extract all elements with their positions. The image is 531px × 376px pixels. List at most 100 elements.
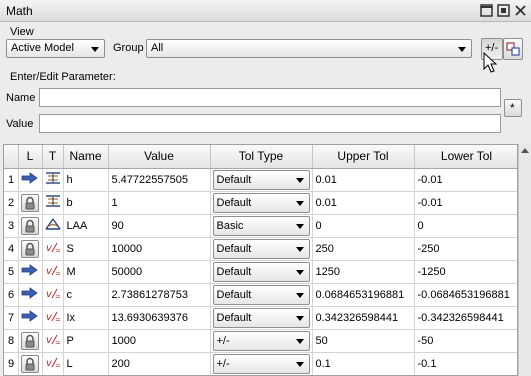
copy-parameters-button[interactable] bbox=[503, 38, 523, 60]
upper-tol-cell[interactable]: 0.342326598441 bbox=[312, 306, 415, 330]
tol-type-select[interactable]: +/- bbox=[212, 353, 310, 374]
scroll-up-icon[interactable] bbox=[521, 148, 529, 153]
column-header-upper-tol[interactable]: Upper Tol bbox=[312, 145, 415, 169]
parameter-table: L T Name Value Tol Type Upper Tol Lower … bbox=[3, 144, 518, 376]
table-row[interactable]: 7 v = Ix 13.6930639376 Default 0.342326598441-… bbox=[4, 306, 517, 330]
parameter-value-cell[interactable]: 10000 bbox=[108, 237, 211, 261]
upper-tol-cell[interactable]: 250 bbox=[312, 237, 415, 261]
parameter-name-cell[interactable]: L bbox=[63, 352, 109, 375]
parameter-name-cell[interactable]: b bbox=[63, 191, 109, 215]
parameter-value-cell[interactable]: 13.6930639376 bbox=[108, 306, 211, 330]
tol-type-select[interactable]: Default bbox=[212, 307, 310, 328]
lower-tol-cell[interactable]: -250 bbox=[414, 237, 517, 261]
column-header-index[interactable] bbox=[4, 145, 19, 169]
parameter-value-cell[interactable]: 90 bbox=[108, 214, 211, 238]
lower-tol-cell[interactable]: -0.0684653196881 bbox=[414, 283, 517, 307]
table-row[interactable]: 2 b 1 Default 0.01 -0.01 bbox=[4, 191, 517, 215]
tol-type-value: +/- bbox=[216, 334, 230, 347]
tol-type-cell[interactable]: Default bbox=[210, 306, 313, 330]
lower-tol-cell[interactable]: -0.01 bbox=[414, 168, 517, 192]
tol-type-cell[interactable]: Basic bbox=[210, 214, 313, 238]
arrow-right-icon[interactable] bbox=[18, 168, 43, 192]
table-row[interactable]: 1 h 5.47722557505 Default 0.01 -0.01 bbox=[4, 168, 517, 192]
lock-icon[interactable] bbox=[18, 237, 43, 261]
parameter-value-cell[interactable]: 200 bbox=[108, 352, 211, 375]
parameter-name-cell[interactable]: M bbox=[63, 260, 109, 284]
table-row[interactable]: 9 v = L 200 +/- 0.1 -0.1 bbox=[4, 352, 517, 375]
lower-tol-cell[interactable]: -0.1 bbox=[414, 352, 517, 375]
table-row[interactable]: 3 LAA 90 Basic 0 0 bbox=[4, 214, 517, 238]
column-header-name[interactable]: Name bbox=[63, 145, 109, 169]
parameter-name-cell[interactable]: S bbox=[63, 237, 109, 261]
tol-type-select[interactable]: Default bbox=[212, 261, 310, 282]
column-header-lock[interactable]: L bbox=[18, 145, 43, 169]
upper-tol-cell[interactable]: 0.1 bbox=[312, 352, 415, 375]
parameter-value-cell[interactable]: 1000 bbox=[108, 329, 211, 353]
upper-tol-cell[interactable]: 0.0684653196881 bbox=[312, 283, 415, 307]
tol-type-cell[interactable]: Default bbox=[210, 283, 313, 307]
svg-text:=: = bbox=[55, 339, 61, 346]
model-select[interactable]: Active Model bbox=[6, 39, 105, 58]
table-row[interactable]: 6 v = c 2.73861278753 Default 0.0684653196881-… bbox=[4, 283, 517, 307]
lower-tol-cell[interactable]: -0.01 bbox=[414, 191, 517, 215]
tol-type-select[interactable]: Basic bbox=[212, 215, 310, 236]
parameter-value-cell[interactable]: 2.73861278753 bbox=[108, 283, 211, 307]
tol-type-cell[interactable]: Default bbox=[210, 168, 313, 192]
arrow-right-icon[interactable] bbox=[18, 306, 43, 330]
upper-tol-cell[interactable]: 1250 bbox=[312, 260, 415, 284]
lower-tol-cell[interactable]: -50 bbox=[414, 329, 517, 353]
parameter-name-cell[interactable]: c bbox=[63, 283, 109, 307]
lock-icon[interactable] bbox=[18, 352, 43, 375]
tol-type-cell[interactable]: Default bbox=[210, 260, 313, 284]
parameter-name-cell[interactable]: Ix bbox=[63, 306, 109, 330]
column-header-value[interactable]: Value bbox=[108, 145, 211, 169]
tol-type-select[interactable]: +/- bbox=[212, 330, 310, 351]
table-row[interactable]: 4 v = S 10000 Default 250 -250 bbox=[4, 237, 517, 261]
mouse-cursor-icon bbox=[483, 52, 497, 73]
tol-type-value: Default bbox=[216, 311, 252, 324]
parameter-value-cell[interactable]: 5.47722557505 bbox=[108, 168, 211, 192]
value-input[interactable] bbox=[39, 114, 501, 133]
tol-type-select[interactable]: Default bbox=[212, 169, 310, 190]
lower-tol-cell[interactable]: -1250 bbox=[414, 260, 517, 284]
maximize-icon[interactable] bbox=[479, 3, 494, 18]
lock-icon[interactable] bbox=[18, 191, 43, 215]
tol-type-select[interactable]: Default bbox=[212, 192, 310, 213]
chevron-down-icon bbox=[295, 315, 304, 321]
arrow-right-icon[interactable] bbox=[18, 283, 43, 307]
tol-type-value: Default bbox=[216, 196, 252, 209]
upper-tol-cell[interactable]: 0.01 bbox=[312, 168, 415, 192]
tol-type-select[interactable]: Default bbox=[212, 238, 310, 259]
column-header-tol-type[interactable]: Tol Type bbox=[210, 145, 313, 169]
group-select[interactable]: All bbox=[146, 39, 472, 58]
tol-type-cell[interactable]: +/- bbox=[210, 329, 313, 353]
parameter-name-cell[interactable]: P bbox=[63, 329, 109, 353]
parameter-value-cell[interactable]: 50000 bbox=[108, 260, 211, 284]
table-scrollbar[interactable] bbox=[518, 144, 531, 376]
parameter-name-cell[interactable]: LAA bbox=[63, 214, 109, 238]
lock-icon[interactable] bbox=[18, 214, 43, 238]
lower-tol-cell[interactable]: 0 bbox=[414, 214, 517, 238]
upper-tol-cell[interactable]: 50 bbox=[312, 329, 415, 353]
arrow-right-icon[interactable] bbox=[18, 260, 43, 284]
close-icon[interactable] bbox=[513, 3, 528, 18]
svg-text:=: = bbox=[55, 247, 61, 254]
tol-type-cell[interactable]: +/- bbox=[210, 352, 313, 375]
dimension-icon bbox=[42, 168, 64, 192]
tol-type-cell[interactable]: Default bbox=[210, 237, 313, 261]
float-window-icon[interactable] bbox=[496, 3, 511, 18]
tol-type-cell[interactable]: Default bbox=[210, 191, 313, 215]
tol-type-select[interactable]: Default bbox=[212, 284, 310, 305]
parameter-value-cell[interactable]: 1 bbox=[108, 191, 211, 215]
column-header-lower-tol[interactable]: Lower Tol bbox=[414, 145, 517, 169]
table-row[interactable]: 5 v = M 50000 Default 1250 -1250 bbox=[4, 260, 517, 284]
lock-icon[interactable] bbox=[18, 329, 43, 353]
lower-tol-cell[interactable]: -0.342326598441 bbox=[414, 306, 517, 330]
column-header-type[interactable]: T bbox=[42, 145, 64, 169]
insert-parameter-button[interactable]: * bbox=[504, 99, 522, 117]
table-row[interactable]: 8 v = P 1000 +/- 50 -50 bbox=[4, 329, 517, 353]
upper-tol-cell[interactable]: 0 bbox=[312, 214, 415, 238]
upper-tol-cell[interactable]: 0.01 bbox=[312, 191, 415, 215]
parameter-name-cell[interactable]: h bbox=[63, 168, 109, 192]
name-input[interactable] bbox=[39, 88, 501, 107]
